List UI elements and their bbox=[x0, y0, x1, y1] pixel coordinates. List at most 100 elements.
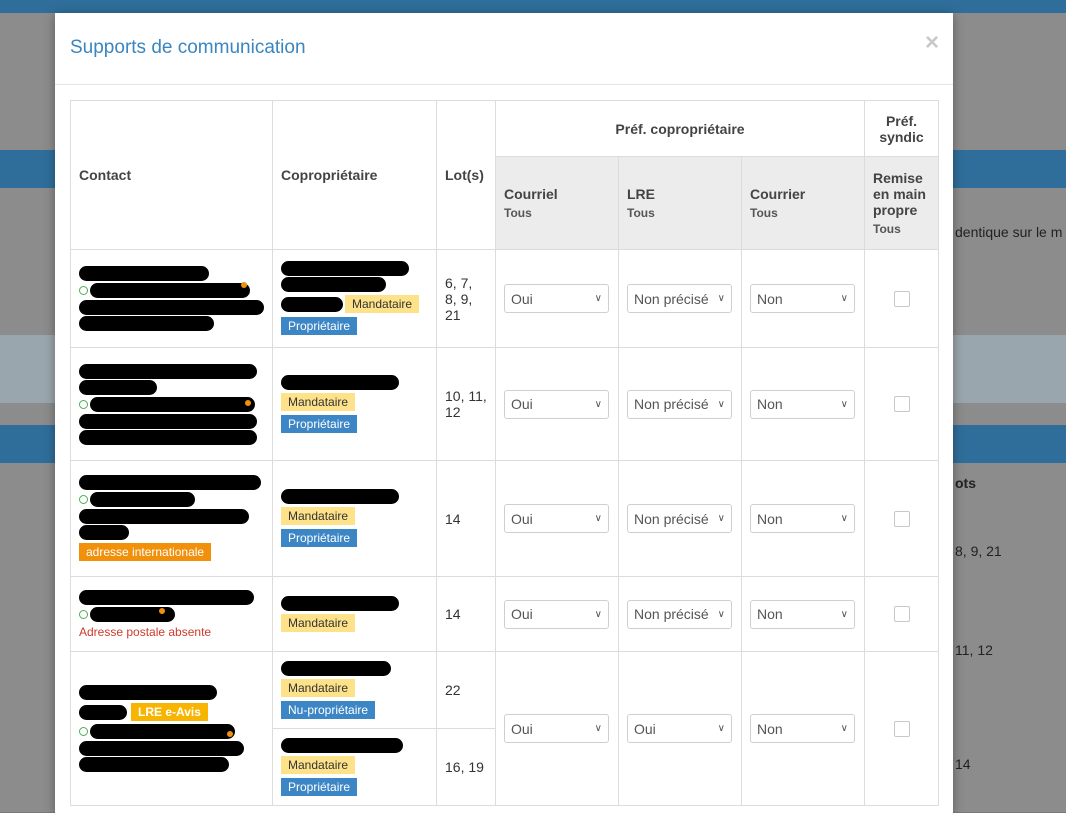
coproprietaire-cell: Mandataire bbox=[272, 576, 437, 652]
check-icon bbox=[79, 495, 88, 504]
lre-cell: Non précisé ∨ bbox=[618, 460, 742, 577]
address-badge: adresse internationale bbox=[79, 543, 212, 561]
courriel-cell: Oui ∨ bbox=[495, 460, 619, 577]
chevron-down-icon: ∨ bbox=[840, 723, 848, 734]
lre-badge: LRE e-Avis bbox=[131, 703, 208, 721]
remise-checkbox[interactable] bbox=[893, 396, 910, 412]
header-lots: Lot(s) bbox=[436, 100, 496, 250]
header-pref-syndic: Préf. syndic bbox=[864, 100, 939, 157]
header-courrier[interactable]: Courrier Tous bbox=[741, 156, 865, 250]
courrier-select[interactable]: Non ∨ bbox=[750, 284, 855, 313]
remise-checkbox[interactable] bbox=[893, 720, 910, 737]
bg-snippet: dentique sur le m bbox=[955, 224, 1063, 240]
courriel-cell: Oui ∨ bbox=[495, 249, 619, 348]
lots-cell: 16, 19 bbox=[436, 728, 496, 806]
chevron-down-icon: ∨ bbox=[840, 293, 848, 304]
role-badge: Mandataire bbox=[281, 613, 356, 632]
courriel-cell: Oui ∨ bbox=[495, 576, 619, 652]
modal-header: Supports de communication × bbox=[55, 13, 953, 85]
modal-title: Supports de communication bbox=[70, 37, 306, 58]
courriel-select[interactable]: Oui ∨ bbox=[504, 714, 609, 743]
role-badge: Mandataire bbox=[281, 507, 356, 525]
role-badge: Nu-propriétaire bbox=[281, 700, 376, 719]
courrier-cell: Non ∨ bbox=[741, 651, 865, 806]
status-dot-icon bbox=[245, 399, 251, 406]
remise-cell bbox=[864, 651, 939, 806]
contact-cell bbox=[70, 347, 273, 461]
contact-cell: adresse internationale bbox=[70, 460, 273, 577]
check-icon bbox=[79, 727, 88, 736]
header-pref-copro: Préf. copropriétaire bbox=[495, 100, 865, 157]
courrier-cell: Non ∨ bbox=[741, 347, 865, 461]
status-dot-icon bbox=[227, 731, 233, 737]
coproprietaire-cell: Mandataire Propriétaire bbox=[272, 728, 437, 806]
contact-cell bbox=[70, 249, 273, 348]
status-dot-icon bbox=[241, 282, 247, 288]
lre-select[interactable]: Non précisé ∨ bbox=[627, 389, 732, 419]
lre-cell: Non précisé ∨ bbox=[618, 249, 742, 348]
courriel-select[interactable]: Oui ∨ bbox=[504, 504, 609, 533]
header-remise[interactable]: Remise en main propre Tous bbox=[864, 156, 939, 250]
remise-checkbox[interactable] bbox=[893, 606, 910, 622]
header-lre[interactable]: LRE Tous bbox=[618, 156, 742, 250]
courriel-select[interactable]: Oui ∨ bbox=[504, 389, 609, 419]
courrier-cell: Non ∨ bbox=[741, 249, 865, 348]
courrier-select[interactable]: Non ∨ bbox=[750, 504, 855, 533]
check-icon bbox=[79, 610, 88, 619]
chevron-down-icon: ∨ bbox=[594, 723, 602, 734]
header-courriel[interactable]: Courriel Tous bbox=[495, 156, 619, 250]
role-badge: Propriétaire bbox=[281, 414, 358, 433]
header-lre-filter[interactable]: Tous bbox=[627, 206, 733, 220]
role-badge: Mandataire bbox=[281, 678, 356, 697]
coproprietaire-cell: Mandataire Propriétaire bbox=[272, 460, 437, 577]
header-remise-filter[interactable]: Tous bbox=[873, 222, 930, 236]
lre-cell: Oui ∨ bbox=[618, 651, 742, 806]
header-courriel-filter[interactable]: Tous bbox=[504, 206, 610, 220]
courriel-cell: Oui ∨ bbox=[495, 347, 619, 461]
courrier-cell: Non ∨ bbox=[741, 576, 865, 652]
lre-cell: Non précisé ∨ bbox=[618, 347, 742, 461]
lre-select[interactable]: Non précisé ∨ bbox=[627, 284, 732, 313]
remise-checkbox[interactable] bbox=[893, 510, 910, 527]
bg-snippet: 14 bbox=[955, 756, 971, 772]
check-icon bbox=[79, 286, 88, 295]
chevron-down-icon: ∨ bbox=[594, 398, 602, 410]
address-warning: Adresse postale absente bbox=[79, 625, 212, 639]
lre-select[interactable]: Non précisé ∨ bbox=[627, 599, 732, 629]
courriel-select[interactable]: Oui ∨ bbox=[504, 284, 609, 313]
remise-cell bbox=[864, 249, 939, 348]
table-row: Adresse postale absente Mandataire 14 Ou… bbox=[70, 576, 939, 652]
chevron-down-icon: ∨ bbox=[594, 293, 602, 304]
top-bar bbox=[0, 0, 1066, 13]
communication-modal: Supports de communication × Contact Copr… bbox=[55, 13, 953, 813]
header-coproprietaire: Copropriétaire bbox=[272, 100, 437, 250]
role-badge: Mandataire bbox=[281, 392, 356, 411]
courriel-cell: Oui ∨ bbox=[495, 651, 619, 806]
table-row: Mandataire Propriétaire 10, 11, 12 Oui ∨ … bbox=[70, 347, 939, 461]
coproprietaire-cell: Mandataire Nu-propriétaire bbox=[272, 651, 437, 729]
courrier-select[interactable]: Non ∨ bbox=[750, 599, 855, 629]
courriel-select[interactable]: Oui ∨ bbox=[504, 599, 609, 629]
close-icon[interactable]: × bbox=[925, 31, 939, 55]
lre-select[interactable]: Non précisé ∨ bbox=[627, 504, 732, 533]
courrier-select[interactable]: Non ∨ bbox=[750, 389, 855, 419]
role-badge: Propriétaire bbox=[281, 529, 358, 547]
chevron-down-icon: ∨ bbox=[717, 723, 725, 734]
bg-snippet: 8, 9, 21 bbox=[955, 543, 1002, 559]
chevron-down-icon: ∨ bbox=[717, 608, 725, 620]
header-courrier-filter[interactable]: Tous bbox=[750, 206, 856, 220]
courrier-select[interactable]: Non ∨ bbox=[750, 714, 855, 743]
lots-cell: 10, 11, 12 bbox=[436, 347, 496, 461]
role-badge: Propriétaire bbox=[281, 317, 358, 335]
lre-cell: Non précisé ∨ bbox=[618, 576, 742, 652]
remise-checkbox[interactable] bbox=[893, 290, 910, 307]
bg-snippet: ots bbox=[955, 475, 976, 491]
check-icon bbox=[79, 399, 88, 409]
preferences-table: Contact Copropriétaire Lot(s) Préf. copr… bbox=[70, 100, 939, 806]
lre-select[interactable]: Oui ∨ bbox=[627, 714, 732, 743]
chevron-down-icon: ∨ bbox=[840, 513, 848, 524]
courrier-cell: Non ∨ bbox=[741, 460, 865, 577]
coproprietaire-cell: Mandataire Propriétaire bbox=[272, 249, 437, 348]
chevron-down-icon: ∨ bbox=[594, 608, 602, 620]
table-row: adresse internationale Mandataire Propri… bbox=[70, 460, 939, 577]
